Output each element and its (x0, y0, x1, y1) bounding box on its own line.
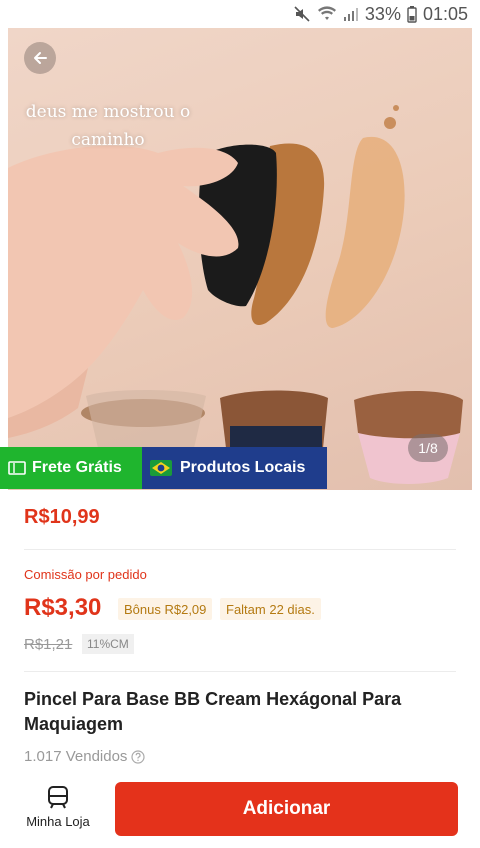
commission-value: R$3,30 (24, 594, 102, 621)
free-shipping-badge: Frete Grátis (0, 447, 142, 489)
brazil-flag-icon (150, 460, 172, 476)
local-products-label: Produtos Locais (180, 459, 306, 476)
old-commission: R$1,21 (24, 636, 73, 653)
bonus-badge: Bônus R$2,09 (118, 598, 213, 620)
help-icon[interactable] (131, 749, 146, 764)
free-shipping-label: Frete Grátis (32, 459, 122, 476)
divider (24, 549, 456, 550)
store-icon (48, 786, 68, 809)
add-button[interactable]: Adicionar (115, 782, 458, 836)
wifi-icon (317, 5, 337, 23)
mute-icon (293, 5, 311, 23)
sold-count-label: 1.017 Vendidos (24, 748, 128, 765)
my-store-button[interactable]: Minha Loja (18, 784, 98, 840)
overlay-line-2: caminho (71, 130, 145, 150)
local-products-badge: Produtos Locais (142, 447, 327, 489)
product-image-carousel[interactable]: deus me mostrou o caminho 1/8 (8, 28, 472, 490)
commission-label: Comissão por pedido (24, 567, 147, 582)
divider (24, 671, 456, 672)
days-left-badge: Faltam 22 dias. (220, 598, 321, 620)
signal-icon (343, 5, 359, 23)
image-overlay-caption: deus me mostrou o caminho (8, 98, 208, 154)
commission-percent-badge: 11%CM (82, 634, 134, 654)
image-pager: 1/8 (408, 434, 448, 462)
clock: 01:05 (422, 3, 468, 24)
my-store-label: Minha Loja (26, 814, 90, 829)
status-bar: 33% 01:05 (0, 0, 480, 28)
sold-count: 1.017 Vendidos (24, 748, 146, 765)
arrow-left-icon (34, 52, 47, 64)
battery-percent: 33% (364, 3, 401, 24)
product-title: Pincel Para Base BB Cream Hexágonal Para… (24, 689, 402, 734)
product-price: R$10,99 (24, 506, 100, 528)
battery-icon (407, 5, 417, 23)
overlay-line-1: deus me mostrou o (25, 102, 191, 122)
back-button[interactable] (24, 42, 56, 74)
ticket-icon (8, 461, 26, 475)
